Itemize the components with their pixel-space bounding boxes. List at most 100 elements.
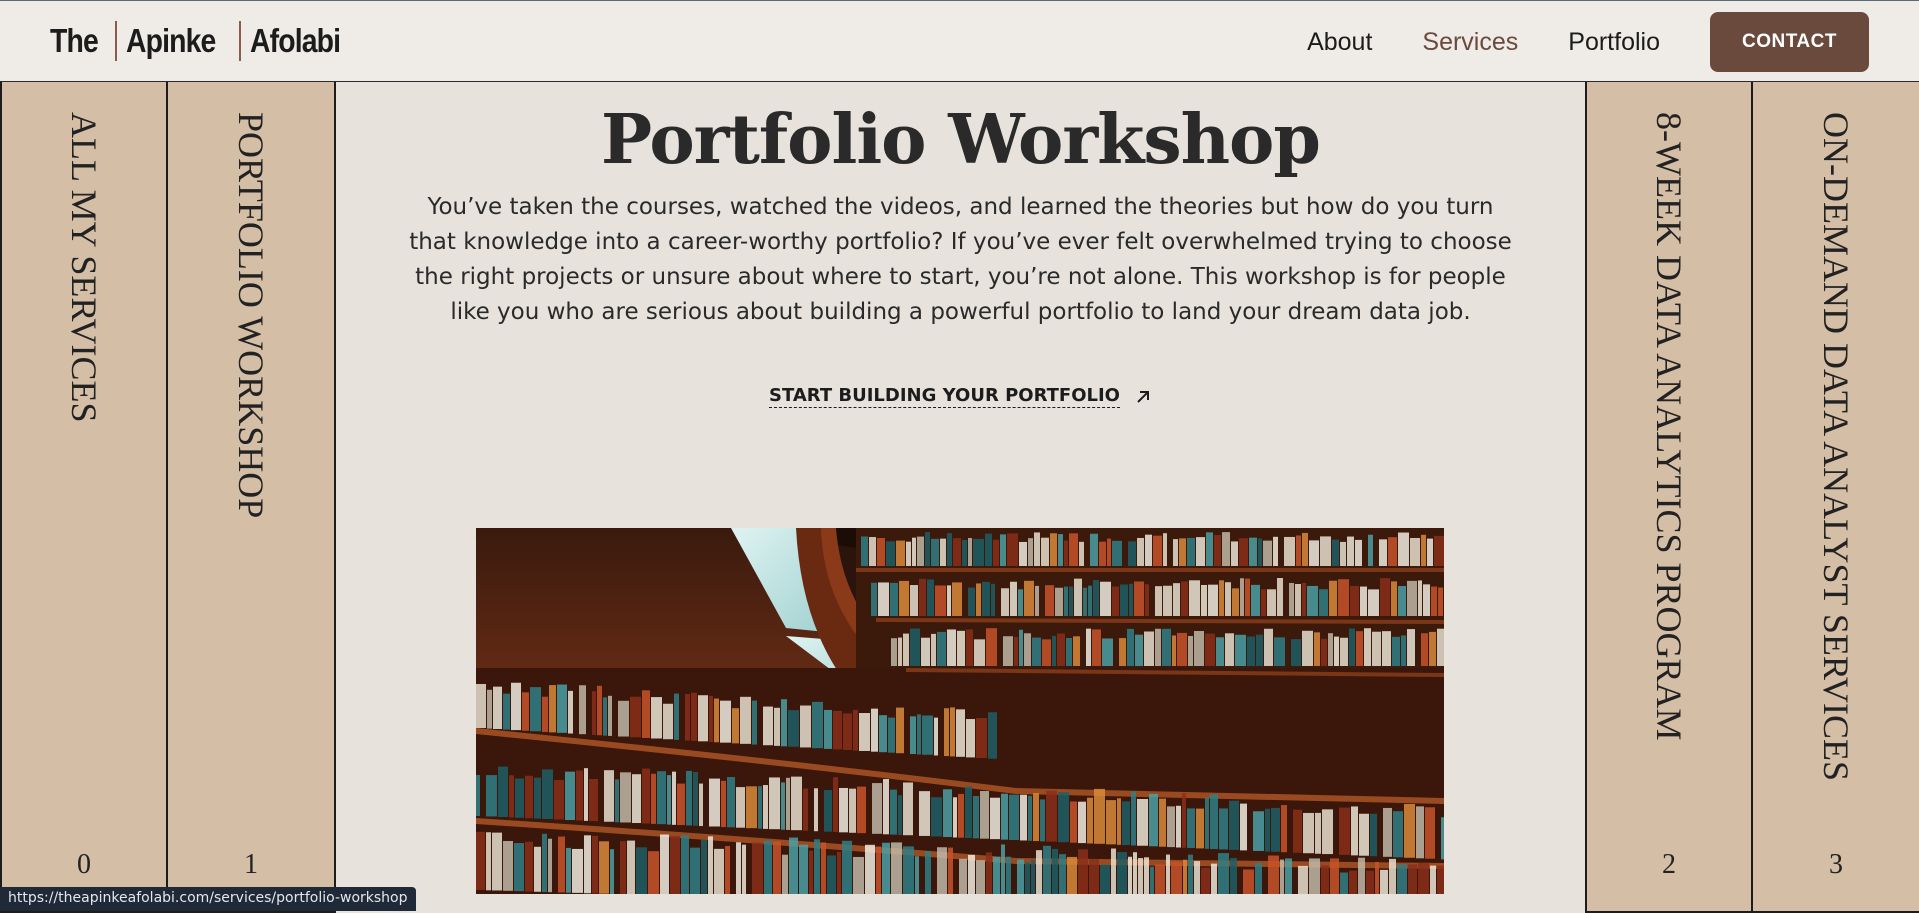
book-spine-decoration [632, 774, 641, 824]
book-spine-decoration [986, 852, 992, 894]
book-spine-decoration [1239, 538, 1248, 566]
book-spine-decoration [663, 703, 673, 740]
book-spine-decoration [910, 628, 920, 666]
book-spine-decoration [934, 717, 938, 756]
book-spine-decoration [1240, 803, 1247, 851]
book-spine-decoration [1231, 541, 1238, 566]
book-spine-decoration [1303, 812, 1314, 854]
spine-8-week-data-analytics-program[interactable]: 8-WEEK DATA ANALYTICS PROGRAM 2 [1585, 82, 1753, 913]
book-spine-decoration [498, 766, 508, 817]
book-spine-decoration [1003, 636, 1013, 666]
book-spine-decoration [651, 773, 656, 824]
spine-title: ON-DEMAND DATA ANALYST SERVICES [1816, 112, 1856, 782]
book-spine-decoration [1131, 791, 1136, 846]
start-building-portfolio-link[interactable]: START BUILDING YOUR PORTFOLIO [769, 385, 1120, 408]
book-spine-decoration [922, 715, 933, 755]
book-spine-decoration [1064, 586, 1068, 616]
book-spine-decoration [1173, 583, 1180, 616]
book-spine-decoration [1018, 589, 1023, 616]
book-spine-decoration [990, 797, 1000, 840]
book-spine-decoration [1187, 537, 1195, 566]
book-spine-decoration [927, 579, 934, 616]
book-spine-decoration [1330, 858, 1339, 894]
book-spine-decoration [1112, 586, 1119, 616]
book-spine-decoration [514, 843, 524, 892]
book-spine-decoration [1145, 584, 1149, 616]
book-spine-decoration [1375, 861, 1379, 894]
book-spine-decoration [1222, 532, 1230, 566]
book-spine-decoration [1350, 586, 1359, 616]
book-spine-decoration [1135, 634, 1143, 666]
book-spine-decoration [1119, 638, 1126, 666]
spine-portfolio-workshop[interactable]: PORTFOLIO WORKSHOP 1 [168, 82, 336, 913]
book-spine-decoration [988, 712, 997, 759]
book-spine-decoration [1001, 844, 1005, 894]
book-spine-decoration [899, 580, 909, 616]
book-spine-decoration [636, 847, 647, 894]
book-spine-decoration [947, 585, 951, 616]
spine-title: ALL MY SERVICES [64, 112, 104, 423]
book-spine-decoration [1349, 628, 1355, 666]
book-spine-decoration [952, 582, 962, 616]
book-spine-decoration [1028, 795, 1032, 841]
book-spine-decoration [809, 850, 813, 894]
book-spine-decoration [976, 718, 987, 758]
book-spine-decoration [1214, 535, 1221, 566]
book-spine-decoration [572, 848, 583, 893]
book-spine-decoration [1057, 633, 1065, 666]
book-spine-decoration [872, 783, 882, 834]
book-spine-decoration [1281, 805, 1287, 853]
book-spine-decoration [1302, 582, 1306, 616]
book-spine-decoration [1145, 534, 1152, 566]
book-spine-decoration [1421, 633, 1428, 666]
book-spine-decoration [1133, 852, 1137, 894]
main-nav: About Services Portfolio CONTACT [1257, 12, 1869, 72]
book-spine-decoration [1219, 808, 1228, 850]
book-spine-decoration [736, 842, 741, 894]
book-spine-decoration [921, 637, 930, 666]
book-spine-decoration [958, 793, 964, 838]
book-spine-decoration [554, 780, 564, 820]
book-spine-decoration [1347, 536, 1354, 566]
book-spine-decoration [1083, 587, 1087, 616]
book-spine-decoration [966, 629, 973, 666]
book-spine-decoration [1431, 586, 1437, 616]
book-spine-decoration [486, 832, 491, 891]
book-spine-decoration [1067, 856, 1077, 894]
book-spine-decoration [1397, 864, 1407, 894]
book-spine-decoration [973, 795, 979, 839]
arrow-up-right-icon[interactable] [1134, 388, 1152, 406]
book-spine-decoration [1134, 581, 1144, 616]
book-spine-decoration [937, 631, 946, 666]
contact-button[interactable]: CONTACT [1710, 12, 1869, 72]
nav-link-about[interactable]: About [1307, 28, 1372, 57]
book-spine-decoration [1177, 632, 1187, 666]
book-spine-decoration [709, 695, 713, 742]
book-spine-decoration [1129, 583, 1133, 616]
site-logo[interactable]: The Apinke Afolabi [50, 21, 355, 61]
nav-link-services[interactable]: Services [1422, 28, 1518, 57]
book-spine-decoration [937, 847, 947, 894]
book-spine-decoration [1280, 859, 1284, 894]
book-spine-decoration [903, 782, 913, 836]
book-spine-decoration [903, 633, 909, 666]
book-spine-decoration [674, 693, 679, 740]
book-spine-decoration [1024, 633, 1031, 666]
book-spine-decoration [476, 683, 486, 728]
site-header: The Apinke Afolabi About Services Portfo… [0, 0, 1919, 82]
book-spine-decoration [891, 638, 897, 666]
book-spine-decoration [1035, 585, 1039, 616]
book-spine-decoration [1019, 541, 1027, 566]
book-spine-decoration [1309, 540, 1319, 566]
book-spine-decoration [1079, 541, 1084, 566]
nav-link-portfolio[interactable]: Portfolio [1568, 28, 1660, 57]
book-spine-decoration [931, 538, 939, 566]
book-spine-decoration [1340, 872, 1348, 894]
book-spine-decoration [827, 855, 836, 894]
spine-all-my-services[interactable]: ALL MY SERVICES 0 [0, 82, 168, 913]
book-spine-decoration [903, 846, 914, 894]
intro-paragraph: You’ve taken the courses, watched the vi… [409, 194, 1512, 325]
spine-on-demand-data-analyst-services[interactable]: ON-DEMAND DATA ANALYST SERVICES 3 [1753, 82, 1919, 913]
book-spine-decoration [976, 583, 981, 616]
book-spine-decoration [1052, 848, 1058, 894]
